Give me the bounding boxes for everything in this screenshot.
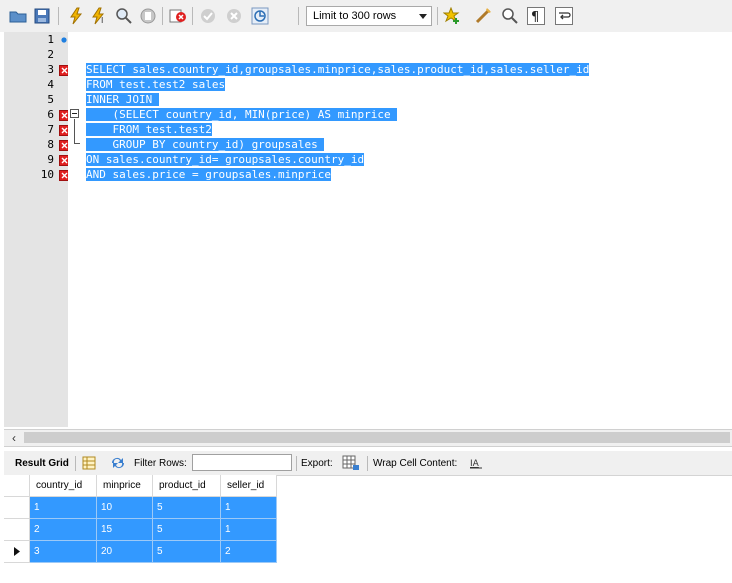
stop-icon[interactable] — [138, 6, 158, 26]
table-cell[interactable]: 3 — [30, 541, 97, 563]
code-area[interactable]: SELECT sales.country_id,groupsales.minpr… — [86, 32, 732, 427]
editor-horizontal-scrollbar[interactable]: ‹ — [4, 429, 732, 447]
rollback-icon[interactable] — [224, 6, 244, 26]
table-cell[interactable]: 1 — [30, 497, 97, 519]
open-folder-icon[interactable] — [8, 6, 28, 26]
table-cell[interactable]: 1 — [221, 497, 277, 519]
svg-text:I: I — [101, 16, 103, 25]
row-header[interactable] — [4, 541, 30, 563]
limit-rows-label: Limit to 300 rows — [313, 10, 397, 22]
invisible-chars-icon[interactable]: ¶ — [526, 6, 546, 26]
scroll-left-icon[interactable]: ‹ — [8, 431, 20, 445]
explain-icon[interactable] — [114, 6, 134, 26]
result-grid-tab[interactable]: Result Grid — [15, 451, 69, 475]
row-header[interactable] — [4, 519, 30, 541]
table-cell[interactable]: 1 — [221, 519, 277, 541]
form-editor-icon[interactable] — [82, 451, 96, 475]
chevron-down-icon — [415, 7, 431, 25]
grid-corner[interactable] — [4, 475, 30, 497]
code-line: FROM test.test2 sales — [86, 78, 226, 91]
add-snippet-icon[interactable] — [442, 6, 462, 26]
table-cell[interactable]: 5 — [153, 497, 221, 519]
table-cell[interactable]: 20 — [97, 541, 153, 563]
line-number: 10 — [40, 168, 54, 181]
find-icon[interactable] — [500, 6, 520, 26]
code-line: FROM test.test2 — [86, 123, 212, 136]
table-cell[interactable]: 2 — [30, 519, 97, 541]
row-header[interactable] — [4, 497, 30, 519]
execute-icon[interactable] — [66, 6, 86, 26]
line-gutter: 1 2 3 4 5 6 7 8 9 10 — [4, 32, 70, 427]
line-number: 1 — [47, 33, 54, 46]
toggle-error-icon[interactable] — [168, 6, 188, 26]
code-line: (SELECT country_id, MIN(price) AS minpri… — [86, 108, 398, 121]
sql-editor[interactable]: 1 2 3 4 5 6 7 8 9 10 SELECT sales.countr… — [0, 32, 732, 429]
table-cell[interactable]: 2 — [221, 541, 277, 563]
code-line: GROUP BY country_id) groupsales — [86, 138, 325, 151]
fold-line — [74, 119, 75, 144]
fold-line-end — [74, 143, 80, 144]
scroll-thumb[interactable] — [24, 432, 730, 443]
line-number: 6 — [47, 108, 54, 121]
beautify-icon[interactable] — [474, 6, 494, 26]
line-number: 2 — [47, 48, 54, 61]
line-number: 4 — [47, 78, 54, 91]
table-cell[interactable]: 10 — [97, 497, 153, 519]
column-header[interactable]: country_id — [30, 475, 97, 497]
line-number: 3 — [47, 63, 54, 76]
filter-rows-input[interactable] — [192, 454, 292, 471]
execute-current-icon[interactable]: I — [90, 6, 110, 26]
table-cell[interactable]: 5 — [153, 519, 221, 541]
table-cell[interactable]: 5 — [153, 541, 221, 563]
commit-icon[interactable] — [198, 6, 218, 26]
export-label: Export: — [301, 457, 333, 469]
code-line: SELECT sales.country_id,groupsales.minpr… — [86, 63, 590, 76]
filter-rows-label: Filter Rows: — [134, 457, 187, 469]
refresh-icon[interactable] — [110, 451, 126, 475]
code-line: ON sales.country_id= groupsales.country_… — [86, 153, 365, 166]
line-number: 9 — [47, 153, 54, 166]
column-header[interactable]: seller_id — [221, 475, 277, 497]
line-number: 8 — [47, 138, 54, 151]
limit-rows-select[interactable]: Limit to 300 rows — [306, 6, 432, 26]
code-line: AND sales.price = groupsales.minprice — [86, 168, 332, 181]
code-line: INNER JOIN — [86, 93, 159, 106]
save-icon[interactable] — [32, 6, 52, 26]
line-number: 5 — [47, 93, 54, 106]
wrap-lines-icon[interactable] — [554, 6, 574, 26]
export-icon[interactable] — [342, 451, 360, 475]
svg-text:¶: ¶ — [531, 10, 539, 25]
current-row-arrow-icon — [13, 547, 20, 556]
fold-margin — [68, 32, 82, 427]
result-toolbar: Result Grid Filter Rows: Export: Wrap Ce… — [4, 451, 732, 476]
wrap-cell-icon[interactable]: IA — [470, 451, 482, 475]
wrap-cell-content-label: Wrap Cell Content: — [373, 457, 458, 469]
table-cell[interactable]: 15 — [97, 519, 153, 541]
sql-editor-toolbar: I Limit to 300 rows ¶ — [0, 0, 732, 33]
autocommit-icon[interactable] — [250, 6, 270, 26]
line-number: 7 — [47, 123, 54, 136]
column-header[interactable]: product_id — [153, 475, 221, 497]
column-header[interactable]: minprice — [97, 475, 153, 497]
